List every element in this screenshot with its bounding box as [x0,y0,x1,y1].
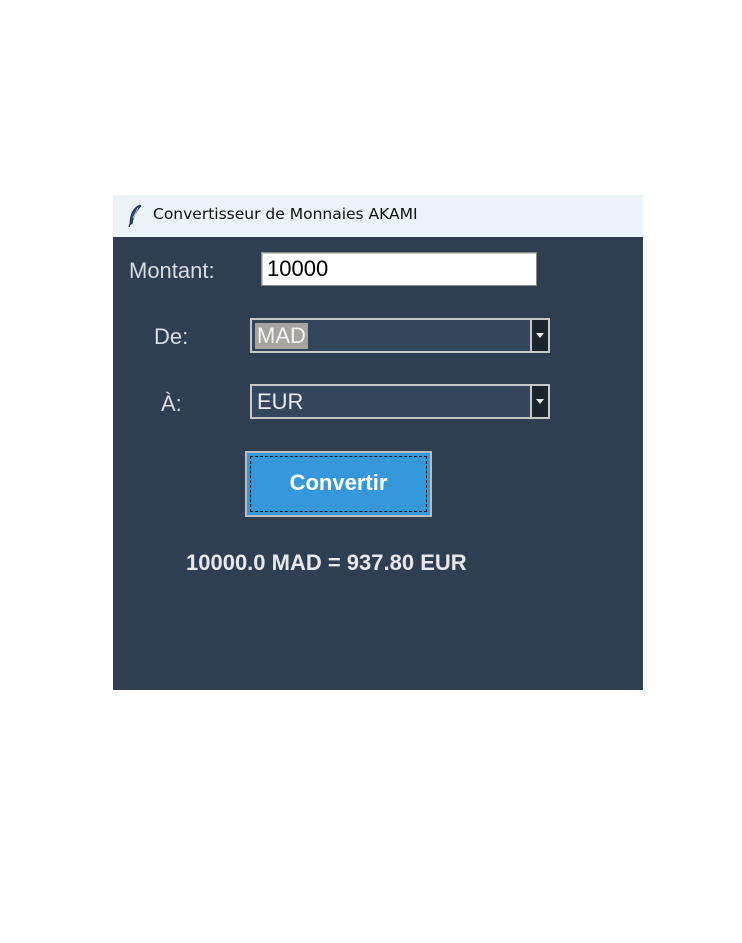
amount-input[interactable] [261,252,537,286]
to-currency-value: EUR [257,389,304,414]
window-title: Convertisseur de Monnaies AKAMI [153,205,418,223]
window-titlebar[interactable]: Convertisseur de Monnaies AKAMI [113,195,643,237]
from-currency-select[interactable]: MAD [250,318,550,353]
convert-button-label: Convertir [289,470,388,495]
feather-icon [127,204,143,228]
from-currency-label: De: [154,324,189,349]
to-currency-select[interactable]: EUR [250,384,550,419]
convert-button[interactable]: Convertir [245,451,432,517]
from-currency-value: MAD [255,323,308,349]
chevron-down-icon[interactable] [530,386,548,417]
chevron-down-icon[interactable] [530,320,548,351]
amount-label: Montant: [129,258,215,283]
conversion-result: 10000.0 MAD = 937.80 EUR [186,550,467,575]
to-currency-label: À: [161,391,182,416]
converter-window: Convertisseur de Monnaies AKAMI Montant:… [113,195,643,690]
